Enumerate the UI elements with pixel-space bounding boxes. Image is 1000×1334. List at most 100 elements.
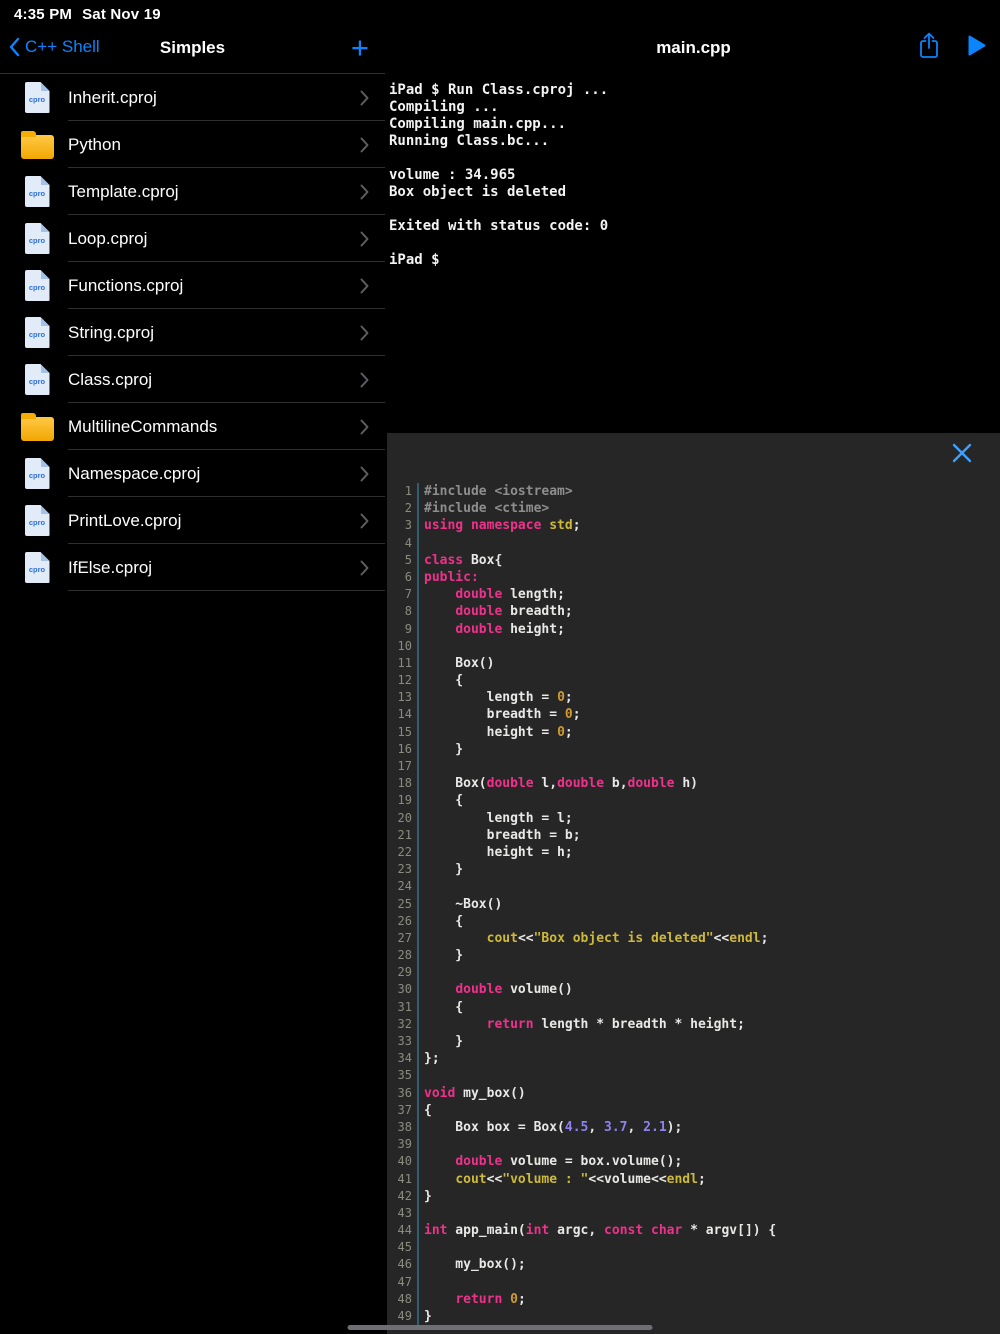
line-number: 22 bbox=[387, 844, 417, 861]
code-line: 45 bbox=[387, 1239, 1000, 1256]
line-number: 45 bbox=[387, 1239, 417, 1256]
file-name: PrintLove.cproj bbox=[68, 511, 181, 531]
cproj-file-icon: cpro bbox=[25, 364, 50, 395]
line-number: 15 bbox=[387, 724, 417, 741]
terminal-line bbox=[389, 201, 996, 218]
file-browser-panel: 4:35 PMSat Nov 19 C++ Shell Simples + cp… bbox=[0, 0, 385, 1334]
file-badge-label: cpro bbox=[25, 471, 50, 480]
folder-title: Simples bbox=[0, 38, 385, 58]
code-line: 37{ bbox=[387, 1102, 1000, 1119]
folder-icon bbox=[21, 417, 54, 441]
terminal-line: Compiling main.cpp... bbox=[389, 116, 996, 133]
code-line: 43 bbox=[387, 1205, 1000, 1222]
code-text: } bbox=[417, 1033, 463, 1050]
code-area[interactable]: 1#include <iostream>2#include <ctime>3us… bbox=[387, 483, 1000, 1325]
file-badge-label: cpro bbox=[25, 330, 50, 339]
code-text bbox=[417, 1136, 432, 1153]
code-text: height = h; bbox=[417, 844, 573, 861]
file-name: MultilineCommands bbox=[68, 417, 217, 437]
line-number: 1 bbox=[387, 483, 417, 500]
file-list-item[interactable]: MultilineCommands bbox=[0, 403, 385, 450]
file-list-item[interactable]: cproClass.cproj bbox=[0, 356, 385, 403]
terminal-output[interactable]: iPad $ Run Class.cproj ...Compiling ...C… bbox=[389, 82, 996, 269]
line-number: 4 bbox=[387, 535, 417, 552]
code-text bbox=[417, 535, 432, 552]
line-number: 13 bbox=[387, 689, 417, 706]
code-line: 26 { bbox=[387, 913, 1000, 930]
code-text: using namespace std; bbox=[417, 517, 581, 534]
add-button[interactable]: + bbox=[351, 27, 369, 69]
code-line: 22 height = h; bbox=[387, 844, 1000, 861]
terminal-line: Exited with status code: 0 bbox=[389, 218, 996, 235]
line-number: 3 bbox=[387, 517, 417, 534]
code-line: 17 bbox=[387, 758, 1000, 775]
cproj-file-icon: cpro bbox=[25, 552, 50, 583]
share-icon[interactable] bbox=[918, 32, 940, 59]
code-text: double volume() bbox=[417, 981, 573, 998]
line-number: 49 bbox=[387, 1308, 417, 1325]
file-list-item[interactable]: cproInherit.cproj bbox=[0, 74, 385, 121]
file-list-item[interactable]: cproIfElse.cproj bbox=[0, 544, 385, 591]
line-number: 11 bbox=[387, 655, 417, 672]
editor-panel: main.cpp iPad $ Run Class.cproj ...Compi… bbox=[387, 0, 1000, 1334]
chevron-right-icon bbox=[360, 90, 369, 106]
file-name: Template.cproj bbox=[68, 182, 179, 202]
code-line: 38 Box box = Box(4.5, 3.7, 2.1); bbox=[387, 1119, 1000, 1136]
cproj-file-icon: cpro bbox=[25, 317, 50, 348]
run-button[interactable] bbox=[968, 35, 986, 56]
code-text: my_box(); bbox=[417, 1256, 526, 1273]
code-line: 33 } bbox=[387, 1033, 1000, 1050]
file-name: String.cproj bbox=[68, 323, 154, 343]
code-text: } bbox=[417, 741, 463, 758]
line-number: 32 bbox=[387, 1016, 417, 1033]
file-name: Python bbox=[68, 135, 121, 155]
file-list-item[interactable]: cproLoop.cproj bbox=[0, 215, 385, 262]
file-list: cproInherit.cproj Python cpro Template.cpro… bbox=[0, 73, 385, 591]
line-number: 44 bbox=[387, 1222, 417, 1239]
chevron-right-icon bbox=[360, 372, 369, 388]
code-line: 31 { bbox=[387, 999, 1000, 1016]
code-line: 11 Box() bbox=[387, 655, 1000, 672]
line-number: 24 bbox=[387, 878, 417, 895]
code-line: 47 bbox=[387, 1274, 1000, 1291]
line-number: 41 bbox=[387, 1171, 417, 1188]
code-line: 10 bbox=[387, 638, 1000, 655]
line-number: 17 bbox=[387, 758, 417, 775]
code-line: 21 breadth = b; bbox=[387, 827, 1000, 844]
line-number: 38 bbox=[387, 1119, 417, 1136]
close-icon[interactable] bbox=[950, 441, 974, 465]
line-number: 20 bbox=[387, 810, 417, 827]
file-list-item[interactable]: cproFunctions.cproj bbox=[0, 262, 385, 309]
line-number: 43 bbox=[387, 1205, 417, 1222]
code-line: 30 double volume() bbox=[387, 981, 1000, 998]
line-number: 16 bbox=[387, 741, 417, 758]
line-number: 28 bbox=[387, 947, 417, 964]
file-list-item[interactable]: cpro String.cproj bbox=[0, 309, 385, 356]
terminal-line: Box object is deleted bbox=[389, 184, 996, 201]
code-line: 29 bbox=[387, 964, 1000, 981]
code-text: } bbox=[417, 1308, 432, 1325]
terminal-line bbox=[389, 235, 996, 252]
line-number: 5 bbox=[387, 552, 417, 569]
code-text: double breadth; bbox=[417, 603, 573, 620]
file-badge-label: cpro bbox=[25, 236, 50, 245]
line-number: 34 bbox=[387, 1050, 417, 1067]
code-line: 32 return length * breadth * height; bbox=[387, 1016, 1000, 1033]
line-number: 31 bbox=[387, 999, 417, 1016]
line-number: 26 bbox=[387, 913, 417, 930]
file-list-item[interactable]: Python bbox=[0, 121, 385, 168]
file-list-item[interactable]: cproNamespace.cproj bbox=[0, 450, 385, 497]
code-line: 14 breadth = 0; bbox=[387, 706, 1000, 723]
code-text: class Box{ bbox=[417, 552, 502, 569]
file-list-item[interactable]: cpro Template.cproj bbox=[0, 168, 385, 215]
file-badge-label: cpro bbox=[25, 189, 50, 198]
code-line: 35 bbox=[387, 1067, 1000, 1084]
code-line: 6public: bbox=[387, 569, 1000, 586]
file-badge-label: cpro bbox=[25, 377, 50, 386]
code-line: 16 } bbox=[387, 741, 1000, 758]
code-editor-panel: 1#include <iostream>2#include <ctime>3us… bbox=[387, 432, 1000, 1334]
chevron-right-icon bbox=[360, 560, 369, 576]
code-line: 40 double volume = box.volume(); bbox=[387, 1153, 1000, 1170]
home-indicator[interactable] bbox=[348, 1325, 653, 1330]
file-list-item[interactable]: cproPrintLove.cproj bbox=[0, 497, 385, 544]
